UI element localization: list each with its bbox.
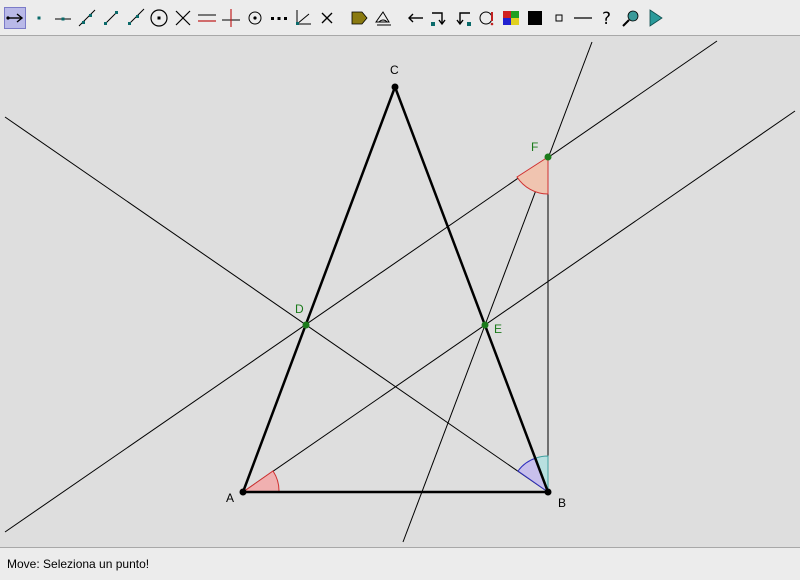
- rotate-turn-button[interactable]: [452, 7, 474, 29]
- point-c[interactable]: [391, 83, 399, 91]
- help-question-button[interactable]: ?: [596, 7, 618, 29]
- label-e: E: [494, 322, 502, 336]
- play-arrow-icon: [649, 8, 663, 27]
- label-c: C: [390, 63, 399, 77]
- label-b: B: [558, 496, 566, 510]
- label-tag-button[interactable]: [348, 7, 370, 29]
- redo-turn-icon: [431, 11, 446, 26]
- point-d[interactable]: [302, 321, 310, 329]
- redo-turn-button[interactable]: [428, 7, 450, 29]
- dotted-line-button[interactable]: [268, 7, 290, 29]
- intersection-tool-icon: [175, 10, 191, 25]
- point-size-icon: [555, 14, 563, 21]
- segment-tool-icon: [104, 10, 118, 25]
- midpoint-tool-icon: [248, 11, 262, 24]
- drawing-canvas[interactable]: A B C D E F: [2, 37, 798, 545]
- label-tag-icon: [351, 11, 368, 24]
- delete-tool-icon: [321, 12, 333, 23]
- point-f[interactable]: [544, 153, 552, 161]
- line-style-button[interactable]: [572, 7, 594, 29]
- status-bar: Move: Seleziona un punto!: [0, 547, 800, 580]
- ray-tool-icon: [128, 8, 145, 25]
- circle-tool-button[interactable]: [148, 7, 170, 29]
- zoom-tool-button[interactable]: [620, 7, 642, 29]
- line-bisector-from-b[interactable]: [4, 116, 549, 493]
- label-d: D: [295, 302, 304, 316]
- perpendicular-tool-button[interactable]: [220, 7, 242, 29]
- angle-tool-button[interactable]: [292, 7, 314, 29]
- color-palette-button[interactable]: [500, 7, 522, 29]
- point-tool-button[interactable]: [28, 7, 50, 29]
- point-a[interactable]: [239, 488, 247, 496]
- line-parallel-through-d-f[interactable]: [4, 40, 718, 533]
- undo-arrow-button[interactable]: [404, 7, 426, 29]
- macro-tool-icon: [479, 11, 494, 25]
- measure-tool-button[interactable]: [372, 7, 394, 29]
- parallel-tool-icon: [198, 14, 216, 22]
- line-tool-icon: [78, 9, 96, 26]
- dotted-line-icon: [271, 16, 287, 20]
- zoom-tool-icon: [622, 10, 639, 27]
- label-a: A: [226, 491, 234, 505]
- point-on-line-icon: [55, 17, 71, 20]
- circle-tool-icon: [150, 8, 168, 27]
- line-through-e-f[interactable]: [402, 41, 593, 543]
- geometry-figure[interactable]: A B C D E F: [2, 37, 798, 545]
- angle-tool-icon: [296, 9, 311, 25]
- move-tool-icon: [6, 12, 24, 23]
- line-parallel-through-a[interactable]: [242, 110, 796, 493]
- help-question-icon: ?: [602, 9, 611, 28]
- point-on-line-button[interactable]: [52, 7, 74, 29]
- parallel-tool-button[interactable]: [196, 7, 218, 29]
- line-style-icon: [574, 16, 592, 19]
- color-palette-icon: [503, 10, 519, 25]
- measure-tool-icon: [375, 10, 391, 25]
- point-size-button[interactable]: [548, 7, 570, 29]
- fill-black-button[interactable]: [524, 7, 546, 29]
- play-arrow-button[interactable]: [644, 7, 666, 29]
- angle-at-f[interactable]: [516, 156, 549, 195]
- point-tool-icon: [37, 16, 41, 19]
- rotate-turn-icon: [456, 11, 471, 26]
- midpoint-tool-button[interactable]: [244, 7, 266, 29]
- intersection-tool-button[interactable]: [172, 7, 194, 29]
- undo-arrow-icon: [408, 13, 423, 22]
- status-message: Move: Seleziona un punto!: [7, 557, 150, 571]
- move-tool-button[interactable]: [4, 6, 26, 29]
- segment-tool-button[interactable]: [100, 7, 122, 29]
- macro-tool-button[interactable]: [476, 7, 498, 29]
- toolbar: ?: [0, 0, 800, 36]
- svg-text:?: ?: [602, 9, 611, 28]
- triangle-abc[interactable]: [241, 85, 550, 494]
- point-b[interactable]: [544, 488, 552, 496]
- ray-tool-button[interactable]: [124, 7, 146, 29]
- delete-tool-button[interactable]: [316, 7, 338, 29]
- perpendicular-tool-icon: [222, 8, 240, 27]
- fill-black-icon: [528, 10, 542, 25]
- label-f: F: [531, 140, 538, 154]
- line-tool-button[interactable]: [76, 7, 98, 29]
- point-e[interactable]: [481, 321, 489, 329]
